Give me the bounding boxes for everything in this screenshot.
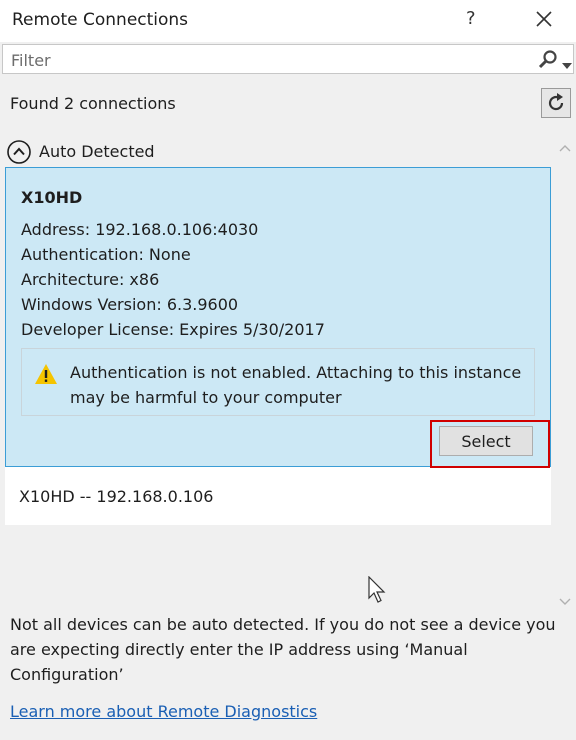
refresh-icon: [548, 93, 564, 111]
warning-box: Authentication is not enabled. Attaching…: [21, 348, 535, 416]
connection-list: X10HD Address: 192.168.0.106:4030 Authen…: [5, 167, 551, 525]
info-text: Not all devices can be auto detected. If…: [10, 615, 556, 684]
mouse-cursor-icon: [368, 575, 388, 608]
connection-windows-version: Windows Version: 6.3.9600: [21, 295, 239, 314]
filter-bar: [2, 44, 574, 74]
warning-text: Authentication is not enabled. Attaching…: [70, 363, 522, 407]
chevron-down-icon[interactable]: [562, 56, 572, 69]
help-button[interactable]: ?: [466, 8, 476, 29]
learn-more-link[interactable]: Learn more about Remote Diagnostics: [10, 702, 317, 721]
connection-name: X10HD: [21, 188, 83, 207]
window-title: Remote Connections: [12, 10, 189, 30]
scroll-down-icon[interactable]: [558, 592, 572, 611]
connection-item[interactable]: X10HD -- 192.168.0.106: [19, 487, 213, 506]
connections-count: Found 2 connections: [10, 94, 176, 113]
connection-developer-license: Developer License: Expires 5/30/2017: [21, 320, 325, 339]
filter-input[interactable]: [9, 48, 533, 72]
warning-icon: [34, 363, 58, 389]
close-icon[interactable]: [531, 6, 557, 32]
title-bar: Remote Connections ?: [0, 0, 576, 42]
connection-address: Address: 192.168.0.106:4030: [21, 220, 259, 239]
search-icon[interactable]: [537, 49, 559, 71]
scroll-up-icon[interactable]: [558, 138, 572, 157]
connection-architecture: Architecture: x86: [21, 270, 160, 289]
highlight-annotation: [430, 420, 550, 468]
refresh-button[interactable]: [541, 88, 571, 118]
group-label: Auto Detected: [39, 142, 155, 161]
connection-authentication: Authentication: None: [21, 245, 191, 264]
collapse-icon[interactable]: [6, 139, 32, 165]
